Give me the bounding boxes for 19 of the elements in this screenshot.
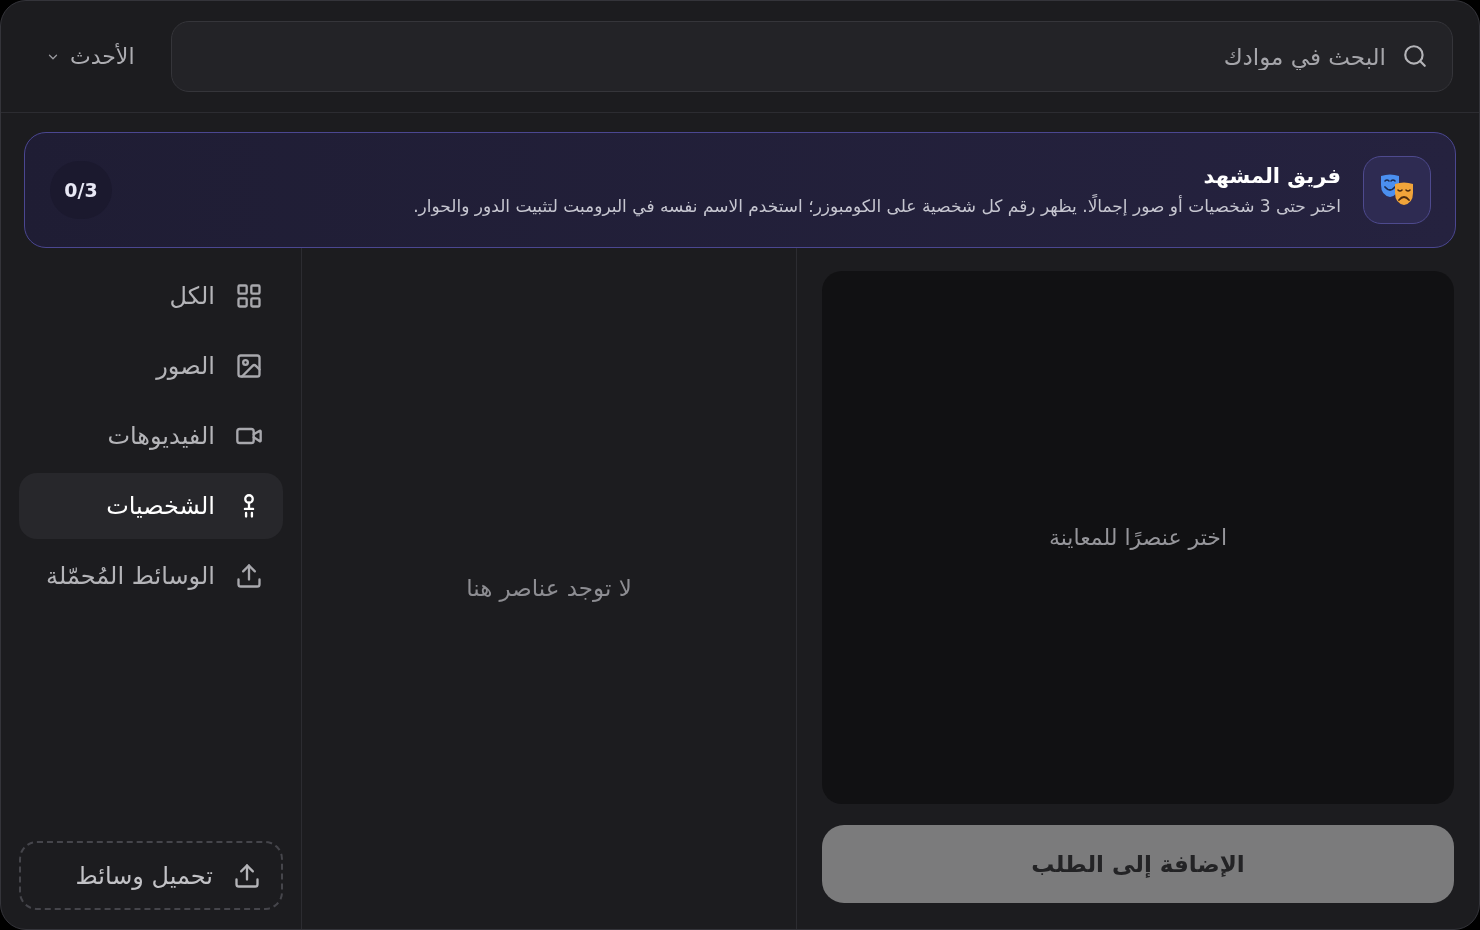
selection-counter: 0/3 — [50, 161, 112, 219]
sidebar-item[interactable]: الفيديوهات — [19, 403, 283, 469]
search-field[interactable]: البحث في موادك — [170, 21, 1453, 92]
sidebar-item[interactable]: الوسائط المُحمّلة — [19, 543, 283, 609]
upload-icon — [233, 861, 261, 890]
sidebar-item[interactable]: الكل — [19, 263, 283, 329]
preview-placeholder-text: اختر عنصرًا للمعاينة — [1048, 524, 1228, 552]
search-icon — [1402, 43, 1428, 69]
grid-icon — [235, 282, 263, 310]
upload-media-button[interactable]: تحميل وسائط — [19, 841, 283, 910]
banner-title: فريق المشهد — [1203, 163, 1341, 190]
upload-icon — [235, 562, 263, 590]
sidebar-item[interactable]: الشخصيات — [19, 473, 283, 539]
theater-masks-icon — [1363, 156, 1431, 224]
image-icon — [235, 352, 263, 380]
empty-state-text: لا توجد عناصر هنا — [466, 574, 632, 604]
banner-description: اختر حتى 3 شخصيات أو صور إجمالًا. يظهر رقم كل شخصية على الكومبوزر؛ استخدم الاسم نفسه في البرومبت لتثبيت الدور والحوار. — [413, 195, 1341, 217]
sidebar-item[interactable]: الصور — [19, 333, 283, 399]
sort-dropdown[interactable]: الأحدث — [46, 40, 135, 73]
